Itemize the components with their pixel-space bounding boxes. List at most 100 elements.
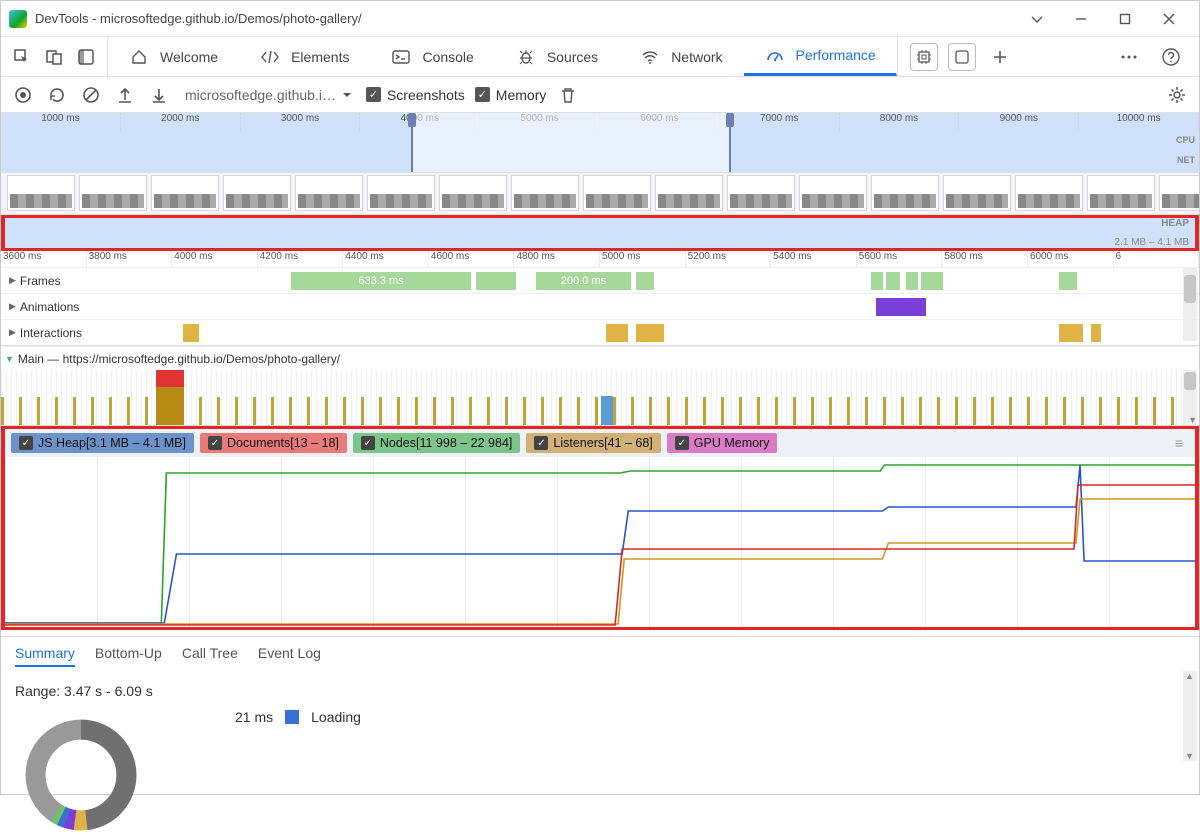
flame-task[interactable] (601, 396, 613, 426)
chevron-down-icon[interactable] (1015, 5, 1059, 33)
heap-overview-highlight: HEAP 2.1 MB – 4.1 MB (1, 215, 1199, 251)
frame-bar[interactable] (871, 272, 883, 290)
frame-bar[interactable] (886, 272, 900, 290)
minimize-button[interactable] (1059, 5, 1103, 33)
counter-documents[interactable]: ✓Documents[13 – 18] (200, 433, 347, 453)
screenshot-frame[interactable] (1015, 175, 1083, 211)
selection-handle-right[interactable] (726, 113, 734, 127)
net-label: NET (1177, 155, 1195, 165)
plus-icon[interactable] (986, 43, 1014, 71)
screenshot-frame[interactable] (79, 175, 147, 211)
help-icon[interactable] (1157, 43, 1185, 71)
expand-caret-icon[interactable]: ▼ (1188, 415, 1197, 425)
counter-jsheap[interactable]: ✓JS Heap[3.1 MB – 4.1 MB] (11, 433, 194, 453)
settings-gear-icon[interactable] (1165, 83, 1189, 107)
dock-icon[interactable] (75, 46, 97, 68)
animation-bar[interactable] (876, 298, 926, 316)
tab-console[interactable]: Console (370, 37, 494, 76)
inspect-icon[interactable] (11, 46, 33, 68)
screenshot-frame[interactable] (1087, 175, 1155, 211)
track-interactions[interactable]: ▶Interactions (1, 319, 1199, 345)
screenshot-frame[interactable] (295, 175, 363, 211)
interaction-bar[interactable] (1091, 324, 1101, 342)
screenshot-frame[interactable] (655, 175, 723, 211)
wifi-icon (639, 46, 661, 68)
close-button[interactable] (1147, 5, 1191, 33)
trash-icon[interactable] (556, 83, 580, 107)
screenshot-frame[interactable] (799, 175, 867, 211)
flame-task[interactable] (156, 370, 184, 426)
expand-icon[interactable]: ▶ (9, 275, 16, 286)
tab-network[interactable]: Network (619, 37, 743, 76)
frame-bar[interactable] (636, 272, 654, 290)
screenshot-frame[interactable] (1159, 175, 1199, 211)
counter-listeners[interactable]: ✓Listeners[41 – 68] (526, 433, 660, 453)
tab-elements[interactable]: Elements (239, 37, 370, 76)
tab-bottom-up[interactable]: Bottom-Up (95, 645, 162, 667)
clear-button[interactable] (79, 83, 103, 107)
counter-nodes[interactable]: ✓Nodes[11 998 – 22 984] (353, 433, 521, 453)
upload-icon[interactable] (113, 83, 137, 107)
flame-chart[interactable]: ▼ (1, 370, 1199, 426)
legend-loading: 21 ms Loading (235, 709, 1185, 725)
overview-selection[interactable] (411, 113, 731, 172)
counter-gpu[interactable]: ✓GPU Memory (667, 433, 778, 453)
tab-performance[interactable]: Performance (744, 37, 897, 76)
interaction-bar[interactable] (606, 324, 628, 342)
screenshot-frame[interactable] (7, 175, 75, 211)
reload-record-button[interactable] (45, 83, 69, 107)
download-icon[interactable] (147, 83, 171, 107)
target-select[interactable]: microsoftedge.github.i… (181, 87, 356, 103)
record-button[interactable] (11, 83, 35, 107)
interaction-bar[interactable] (183, 324, 199, 342)
screenshot-frame[interactable] (727, 175, 795, 211)
expand-icon[interactable]: ▶ (9, 301, 16, 312)
selection-handle-left[interactable] (408, 113, 416, 127)
track-frames[interactable]: ▶Frames 633.3 ms 200.0 ms (1, 267, 1199, 293)
frame-bar[interactable] (1059, 272, 1077, 290)
frame-bar[interactable] (906, 272, 918, 290)
frame-bar[interactable]: 200.0 ms (536, 272, 631, 290)
app-logo-icon (9, 10, 27, 28)
main-thread-header[interactable]: ▼ Main — https://microsoftedge.github.io… (1, 346, 1199, 370)
tracks-scrollbar[interactable] (1183, 267, 1197, 341)
chip-icon[interactable] (910, 43, 938, 71)
screenshot-frame[interactable] (367, 175, 435, 211)
screenshot-frame[interactable] (871, 175, 939, 211)
counters-chart[interactable] (5, 457, 1195, 627)
screenshot-frame[interactable] (151, 175, 219, 211)
tab-event-log[interactable]: Event Log (258, 645, 321, 667)
screenshot-frame[interactable] (511, 175, 579, 211)
screenshots-checkbox[interactable]: ✓Screenshots (366, 87, 465, 103)
tab-label: Welcome (160, 49, 218, 65)
memory-checkbox[interactable]: ✓Memory (475, 87, 547, 103)
legend-label: Loading (311, 709, 361, 725)
interaction-bar[interactable] (1059, 324, 1083, 342)
interaction-bar[interactable] (636, 324, 664, 342)
frame-bar[interactable] (921, 272, 943, 290)
screenshot-frame[interactable] (223, 175, 291, 211)
panel-icon[interactable] (948, 43, 976, 71)
frame-bar[interactable]: 633.3 ms (291, 272, 471, 290)
overview-timeline[interactable]: 1000 ms 2000 ms 3000 ms 4000 ms 5000 ms … (1, 113, 1199, 173)
checkbox-label: Screenshots (387, 87, 465, 103)
summary-scrollbar[interactable]: ▲ ▼ (1183, 671, 1197, 761)
counters-menu-icon[interactable]: ≡ (1169, 435, 1189, 451)
screenshot-frame[interactable] (439, 175, 507, 211)
more-icon[interactable] (1115, 43, 1143, 71)
checkbox-checked-icon: ✓ (475, 87, 490, 102)
tab-sources[interactable]: Sources (495, 37, 619, 76)
device-toggle-icon[interactable] (43, 46, 65, 68)
tab-summary[interactable]: Summary (15, 645, 75, 667)
screenshot-frame[interactable] (583, 175, 651, 211)
tab-welcome[interactable]: Welcome (108, 37, 239, 76)
frame-bar[interactable] (476, 272, 516, 290)
expand-icon[interactable]: ▶ (9, 327, 16, 338)
collapse-icon[interactable]: ▼ (5, 354, 14, 364)
screenshot-filmstrip[interactable] (1, 173, 1199, 215)
screenshot-frame[interactable] (943, 175, 1011, 211)
tab-call-tree[interactable]: Call Tree (182, 645, 238, 667)
track-animations[interactable]: ▶Animations (1, 293, 1199, 319)
maximize-button[interactable] (1103, 5, 1147, 33)
summary-range: Range: 3.47 s - 6.09 s (15, 683, 1185, 699)
